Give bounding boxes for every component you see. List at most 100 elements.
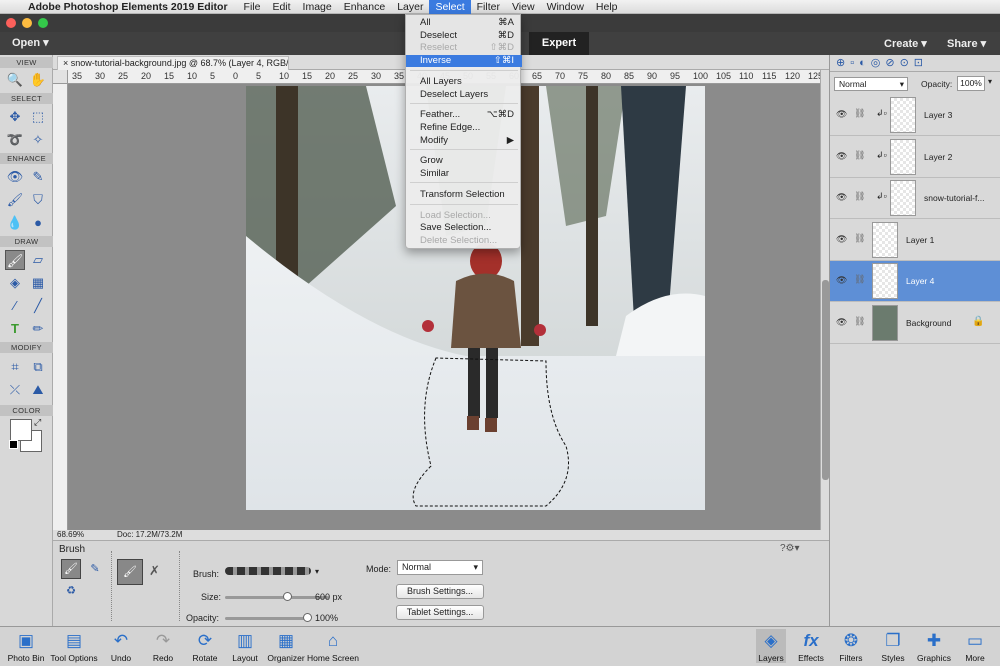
brush-settings-button[interactable]: Brush Settings... [396,584,484,599]
layer-row[interactable]: 👁 ⛓ Layer 4 [830,261,1000,302]
create-button[interactable]: Create ▾ [884,37,927,50]
menu-item-feather[interactable]: Feather... ⌥⌘D [406,109,522,121]
blur-tool-icon[interactable]: 💧 [5,213,25,233]
brush-dropdown-icon[interactable]: ▾ [315,567,319,576]
menu-filter[interactable]: Filter [471,0,506,14]
link-icon[interactable]: ⛓ [854,108,865,119]
gradient-tool-icon[interactable]: ▦ [28,273,48,293]
marquee-tool-icon[interactable]: ⬚ [28,107,48,127]
graphics-button[interactable]: ✚ Graphics [916,629,952,663]
layer-row[interactable]: 👁 ⛓ ↲▫ Layer 2 [830,137,1000,178]
photo-bin-button[interactable]: ▣ Photo Bin [4,629,48,663]
menu-item-deselect-layers[interactable]: Deselect Layers [406,89,522,101]
pencil-tool-icon[interactable]: ✏ [28,319,48,339]
visibility-eye-icon[interactable]: 👁 [836,317,847,328]
menu-item-inverse[interactable]: Inverse ⇧⌘I [406,55,522,67]
size-slider-knob[interactable] [283,592,293,601]
tool-options-button[interactable]: ▤ Tool Options [48,629,100,663]
layer-blend-mode-select[interactable]: Normal ▾ [834,77,908,91]
menu-view[interactable]: View [506,0,541,14]
menu-item-modify[interactable]: Modify ▶ [406,135,522,147]
zoom-window-button[interactable] [38,18,48,28]
expert-mode-tab[interactable]: Expert [529,32,589,55]
link-icon[interactable]: ⛓ [854,150,865,161]
organizer-button[interactable]: ▦ Organizer [266,629,306,663]
color-replacement-brush-icon[interactable]: ♻ [61,581,81,601]
close-window-button[interactable] [6,18,16,28]
default-colors-icon[interactable] [9,440,18,449]
help-icon[interactable]: ?⚙▾ [780,543,800,554]
layers-toolbar-icons[interactable]: ⊕▫◐◎⊘⊙⊡ [830,55,1000,72]
layout-button[interactable]: ▥ Layout [228,629,262,663]
menu-item-all-layers[interactable]: All Layers [406,76,522,88]
swap-colors-icon[interactable]: ⤢ [34,417,41,428]
eraser-tool-icon[interactable]: ▱ [28,250,48,270]
layers-panel-button[interactable]: ◈ Layers [756,629,786,663]
layer-row[interactable]: 👁 ⛓ ↲▫ snow-tutorial-f... [830,178,1000,219]
recompose-tool-icon[interactable]: ⧉ [28,357,48,377]
spot-healing-tool-icon[interactable]: ✎ [28,167,48,187]
open-button[interactable]: Open ▾ [12,36,49,49]
lock-icon[interactable]: 🔒 [972,316,984,327]
visibility-eye-icon[interactable]: 👁 [836,234,847,245]
pressure-toggle-icon[interactable]: ✗ [149,563,160,579]
menu-help[interactable]: Help [590,0,624,14]
visibility-eye-icon[interactable]: 👁 [836,109,847,120]
menu-item-transform-selection[interactable]: Transform Selection [406,189,522,201]
lasso-tool-icon[interactable]: ➰ [5,130,25,150]
more-button[interactable]: ▭ More [960,629,990,663]
brush-preset-picker[interactable] [225,567,311,575]
paint-bucket-tool-icon[interactable]: ◈ [5,273,25,293]
link-icon[interactable]: ⛓ [854,233,865,244]
menu-item-similar[interactable]: Similar [406,168,522,180]
layer-opacity-dropdown-icon[interactable]: ▾ [988,77,992,86]
link-icon[interactable]: ⛓ [854,191,865,202]
smart-brush-tool-icon[interactable]: 🖌 [5,190,25,210]
visibility-eye-icon[interactable]: 👁 [836,275,847,286]
content-aware-move-tool-icon[interactable]: ⤫ [5,380,25,400]
menu-item-grow[interactable]: Grow [406,155,522,167]
impressionist-brush-icon[interactable]: ✎ [85,559,105,579]
clone-stamp-tool-icon[interactable]: ⛉ [28,190,48,210]
redo-button[interactable]: ↷ Redo [146,629,180,663]
app-name[interactable]: Adobe Photoshop Elements 2019 Editor [28,1,228,13]
menu-file[interactable]: File [238,0,267,14]
layer-row[interactable]: 👁 ⛓ ↲▫ Layer 3 [830,95,1000,136]
styles-button[interactable]: ❐ Styles [876,629,910,663]
visibility-eye-icon[interactable]: 👁 [836,151,847,162]
link-icon[interactable]: ⛓ [854,274,865,285]
share-button[interactable]: Share ▾ [947,37,986,50]
rotate-button[interactable]: ⟳ Rotate [188,629,222,663]
layer-opacity-input[interactable]: 100% [957,76,985,91]
move-tool-icon[interactable]: ✥ [5,107,25,127]
document-tab[interactable]: × snow-tutorial-background.jpg @ 68.7% (… [57,56,289,70]
sponge-tool-icon[interactable]: ● [28,213,48,233]
tablet-settings-button[interactable]: Tablet Settings... [396,605,484,620]
menu-item-deselect[interactable]: Deselect ⌘D [406,30,522,42]
menu-item-refine-edge[interactable]: Refine Edge... [406,122,522,134]
crop-tool-icon[interactable]: ⌗ [5,357,25,377]
blend-mode-select[interactable]: Normal ▾ [397,560,483,575]
foreground-color-swatch[interactable] [10,419,32,441]
menu-item-all[interactable]: All ⌘A [406,17,522,29]
straighten-tool-icon[interactable]: ⛰ [28,380,48,400]
undo-button[interactable]: ↶ Undo [104,629,138,663]
effects-button[interactable]: fx Effects [796,629,826,663]
menu-select[interactable]: Select [429,0,471,14]
airbrush-toggle-icon[interactable]: 🖌 [117,559,143,585]
size-slider[interactable] [225,596,329,599]
visibility-eye-icon[interactable]: 👁 [836,192,847,203]
vertical-scrollbar[interactable] [820,70,829,530]
line-tool-icon[interactable]: ╱ [28,296,48,316]
link-icon[interactable]: ⛓ [854,316,865,327]
menu-window[interactable]: Window [541,0,590,14]
menu-layer[interactable]: Layer [391,0,429,14]
home-screen-button[interactable]: ⌂ Home Screen [306,629,360,663]
filters-button[interactable]: ❂ Filters [836,629,866,663]
menu-edit[interactable]: Edit [266,0,296,14]
brush-tool-icon[interactable]: 🖌 [5,250,25,270]
menu-enhance[interactable]: Enhance [338,0,391,14]
type-tool-icon[interactable]: T [5,319,25,339]
menu-item-save-selection[interactable]: Save Selection... [406,222,522,234]
eyedropper-tool-icon[interactable]: ⁄ [5,296,25,316]
